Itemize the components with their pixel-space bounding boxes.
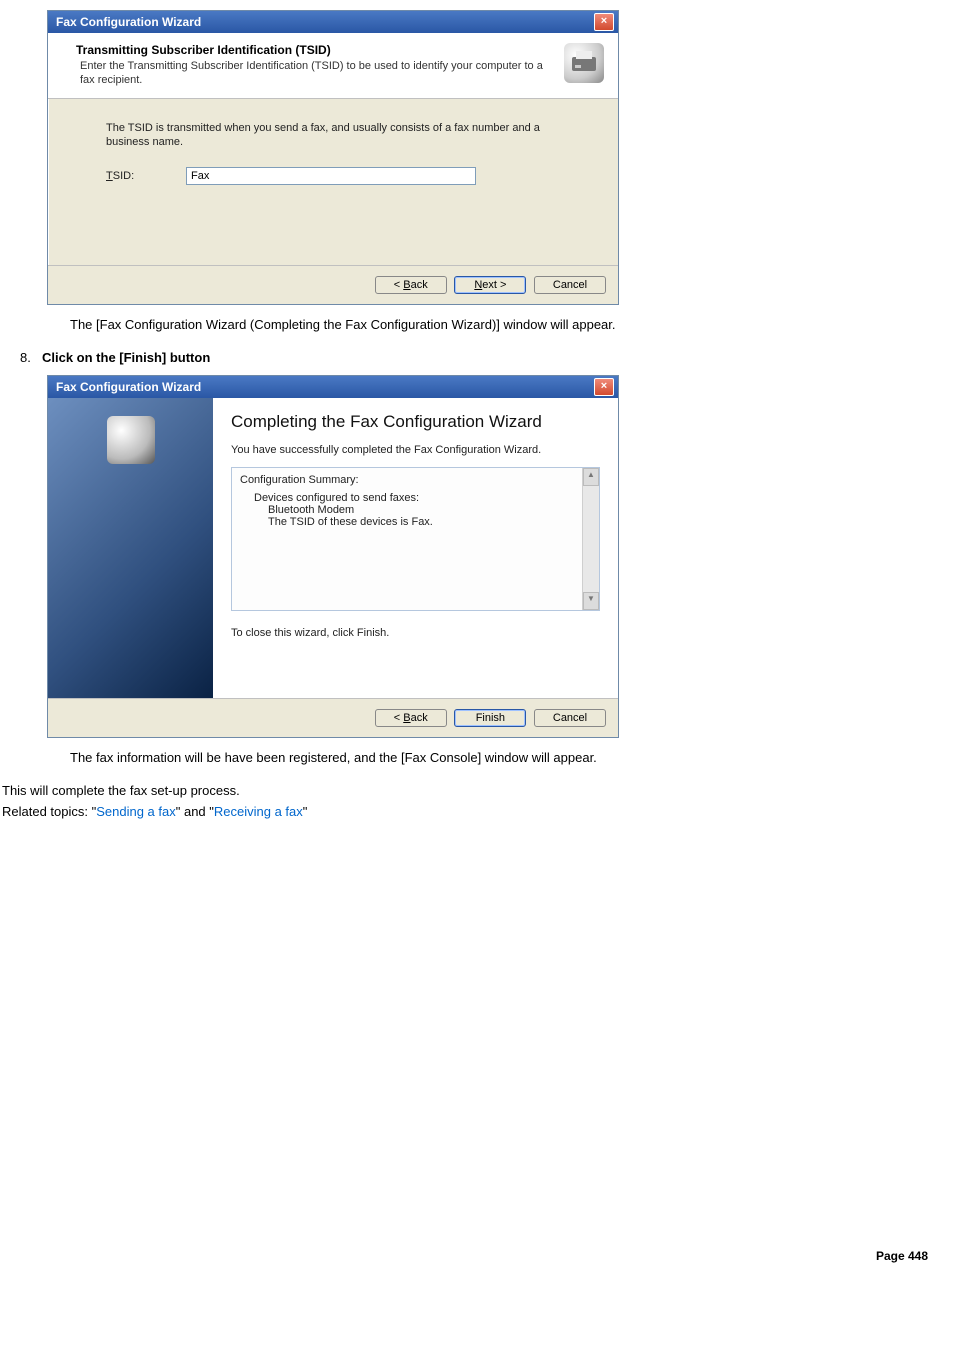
tsid-label: TSID: — [106, 170, 186, 182]
summary-line: Devices configured to send faxes: — [240, 492, 591, 504]
post-wizard2-text: The fax information will be have been re… — [70, 750, 954, 765]
wizard-complete: Fax Configuration Wizard × Completing th… — [47, 375, 619, 738]
wizard-button-row: < Back Next > Cancel — [48, 265, 618, 304]
next-button[interactable]: Next > — [454, 276, 526, 294]
wizard-side-banner — [48, 398, 213, 698]
wizard-header: Transmitting Subscriber Identification (… — [48, 33, 618, 99]
close-instruction: To close this wizard, click Finish. — [231, 627, 600, 639]
summary-line: The TSID of these devices is Fax. — [240, 516, 591, 528]
close-icon[interactable]: × — [594, 378, 614, 396]
tsid-input[interactable] — [186, 167, 476, 185]
titlebar: Fax Configuration Wizard × — [48, 11, 618, 33]
fax-icon — [564, 43, 604, 83]
cancel-button[interactable]: Cancel — [534, 276, 606, 294]
cancel-button[interactable]: Cancel — [534, 709, 606, 727]
step-instruction: Click on the [Finish] button — [42, 350, 210, 365]
body-description: The TSID is transmitted when you send a … — [106, 121, 578, 150]
scroll-down-icon[interactable]: ▼ — [583, 592, 599, 610]
titlebar: Fax Configuration Wizard × — [48, 376, 618, 398]
header-title: Transmitting Subscriber Identification (… — [76, 43, 556, 57]
back-button[interactable]: < Back — [375, 709, 447, 727]
step-number: 8. — [20, 350, 42, 365]
wizard-tsid: Fax Configuration Wizard × Transmitting … — [47, 10, 619, 305]
page-footer: Page 448 — [0, 1249, 954, 1263]
summary-heading: Configuration Summary: — [240, 474, 591, 486]
wizard-button-row: < Back Finish Cancel — [48, 698, 618, 737]
link-receiving-fax[interactable]: Receiving a fax — [214, 804, 303, 819]
window-title: Fax Configuration Wizard — [56, 380, 594, 394]
completion-subtext: You have successfully completed the Fax … — [231, 443, 600, 457]
closing-text: This will complete the fax set-up proces… — [2, 783, 954, 798]
scrollbar[interactable]: ▲ ▼ — [582, 468, 599, 610]
completion-title: Completing the Fax Configuration Wizard — [231, 412, 600, 432]
related-topics: Related topics: "Sending a fax" and "Rec… — [2, 804, 954, 819]
step-8: 8. Click on the [Finish] button — [20, 350, 954, 365]
summary-box: Configuration Summary: Devices configure… — [231, 467, 600, 611]
header-description: Enter the Transmitting Subscriber Identi… — [76, 59, 556, 88]
post-wizard1-text: The [Fax Configuration Wizard (Completin… — [70, 317, 954, 332]
finish-button[interactable]: Finish — [454, 709, 526, 727]
window-title: Fax Configuration Wizard — [56, 15, 594, 29]
summary-line: Bluetooth Modem — [240, 504, 591, 516]
scroll-up-icon[interactable]: ▲ — [583, 468, 599, 486]
close-icon[interactable]: × — [594, 13, 614, 31]
back-button[interactable]: < Back — [375, 276, 447, 294]
link-sending-fax[interactable]: Sending a fax — [96, 804, 176, 819]
fax-icon — [107, 416, 155, 464]
